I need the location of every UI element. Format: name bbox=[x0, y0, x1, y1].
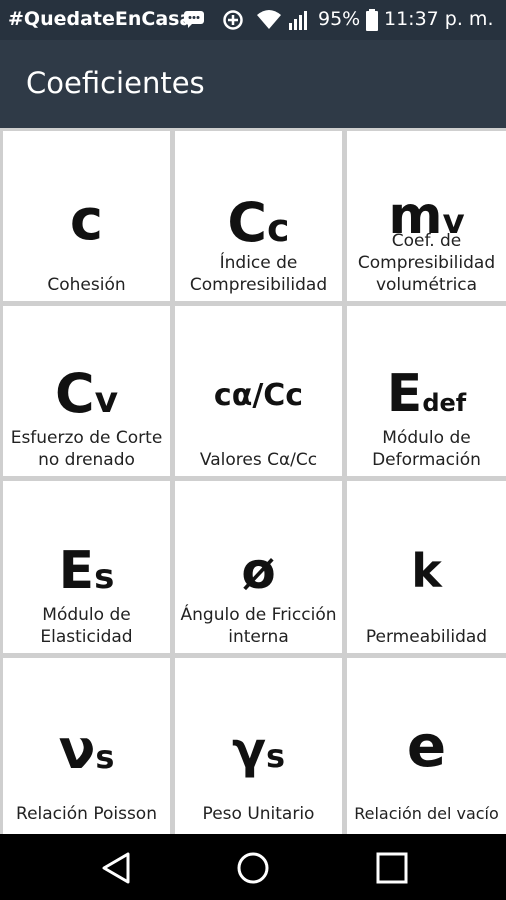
tile-symbol: νs bbox=[58, 718, 115, 781]
tile-poisson-ratio[interactable]: νs Relación Poisson bbox=[3, 658, 170, 834]
recents-button[interactable] bbox=[362, 842, 422, 892]
tile-compression-index[interactable]: Cc Índice de Compresibilidad bbox=[175, 131, 342, 301]
tile-permeability[interactable]: k Permeabilidad bbox=[347, 481, 506, 653]
tile-symbol: Cc bbox=[227, 191, 290, 254]
tile-symbol: ø bbox=[241, 542, 276, 600]
coefficients-grid: c Cohesión Cc Índice de Compresibilidad … bbox=[0, 128, 506, 834]
tile-elasticity-modulus[interactable]: Es Módulo de Elasticidad bbox=[3, 481, 170, 653]
tile-label: Esfuerzo de Corte no drenado bbox=[10, 428, 163, 470]
page-title: Coeficientes bbox=[26, 66, 205, 100]
tile-label: Relación Poisson bbox=[16, 804, 157, 824]
back-button[interactable] bbox=[86, 842, 146, 892]
battery-icon bbox=[365, 9, 379, 35]
tile-label: Relación del vacío bbox=[354, 804, 499, 823]
back-icon bbox=[102, 852, 130, 884]
message-icon bbox=[183, 9, 205, 33]
status-hashtag: #QuedateEnCasa bbox=[8, 8, 193, 30]
tile-symbol: k bbox=[411, 544, 442, 598]
tile-symbol: Es bbox=[58, 541, 115, 601]
home-icon bbox=[237, 852, 269, 884]
tile-label: Valores Cα/Cc bbox=[199, 450, 318, 470]
tile-unit-weight[interactable]: γs Peso Unitario bbox=[175, 658, 342, 834]
wifi-icon bbox=[256, 9, 282, 35]
signal-icon bbox=[288, 9, 312, 35]
recents-icon bbox=[376, 852, 408, 884]
tile-symbol: e bbox=[406, 712, 447, 780]
tile-friction-angle[interactable]: ø Ángulo de Fricción interna bbox=[175, 481, 342, 653]
tile-label: Módulo de Deformación bbox=[372, 428, 481, 470]
tile-symbol: γs bbox=[231, 721, 286, 779]
tile-symbol: c bbox=[69, 188, 104, 253]
tile-deformation-modulus[interactable]: Edef Módulo de Deformación bbox=[347, 306, 506, 476]
tile-volumetric-compressibility[interactable]: mv Coef. de Compresibilidad volumétrica bbox=[347, 131, 506, 301]
tile-label: Índice de Compresibilidad bbox=[189, 253, 328, 295]
data-saver-icon bbox=[222, 9, 244, 35]
tile-symbol: Edef bbox=[386, 364, 467, 424]
tile-label: Módulo de Elasticidad bbox=[40, 605, 133, 647]
clock: 11:37 p. m. bbox=[384, 8, 494, 30]
tile-symbol: cα/Cc bbox=[213, 378, 304, 413]
tile-void-ratio[interactable]: e Relación del vacío bbox=[347, 658, 506, 834]
tile-label: Permeabilidad bbox=[365, 627, 488, 647]
tile-label: Cohesión bbox=[47, 275, 126, 295]
status-bar: #QuedateEnCasa 95% 11:37 p. m. bbox=[0, 0, 506, 40]
tile-label: Ángulo de Fricción interna bbox=[180, 605, 337, 647]
navigation-bar bbox=[0, 834, 506, 900]
tile-calpha-cc[interactable]: cα/Cc Valores Cα/Cc bbox=[175, 306, 342, 476]
home-button[interactable] bbox=[223, 842, 283, 892]
tile-cohesion[interactable]: c Cohesión bbox=[3, 131, 170, 301]
tile-label: Peso Unitario bbox=[202, 804, 315, 824]
battery-percent: 95% bbox=[318, 8, 361, 30]
app-bar: Coeficientes bbox=[0, 40, 506, 128]
tile-symbol: Cv bbox=[54, 362, 119, 425]
tile-undrained-shear[interactable]: Cv Esfuerzo de Corte no drenado bbox=[3, 306, 170, 476]
tile-label: Coef. de Compresibilidad volumétrica bbox=[357, 231, 496, 295]
